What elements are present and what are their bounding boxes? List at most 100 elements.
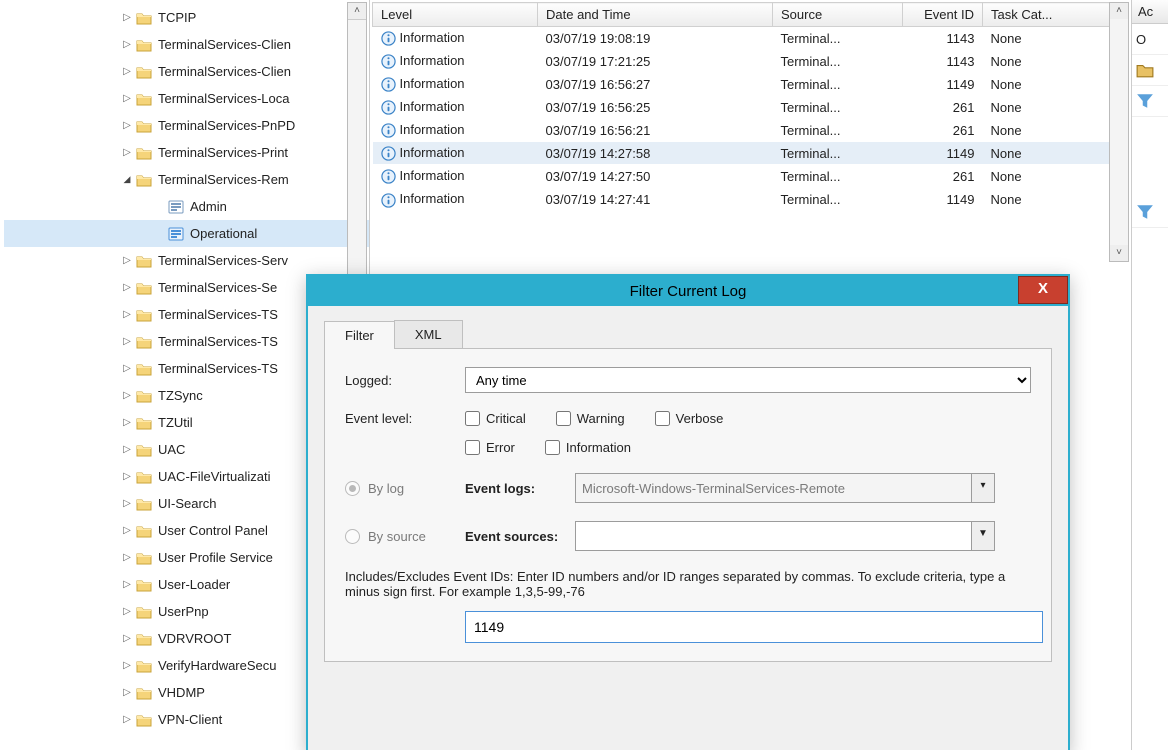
tree-node-label: UAC (158, 442, 185, 457)
disclosure-triangle-icon[interactable] (120, 255, 134, 266)
tab-xml[interactable]: XML (394, 320, 463, 348)
tree-node-label: User Profile Service (158, 550, 273, 565)
col-level[interactable]: Level (373, 3, 538, 27)
event-cell: 03/07/19 16:56:25 (538, 96, 773, 119)
disclosure-triangle-icon[interactable] (120, 633, 134, 644)
tree-node-label: TerminalServices-Clien (158, 64, 291, 79)
scroll-down-icon[interactable]: ˅ (1110, 245, 1128, 261)
event-row[interactable]: Information03/07/19 14:27:41Terminal...1… (373, 188, 1111, 211)
tree-node[interactable]: Operational (4, 220, 369, 247)
chk-verbose[interactable]: Verbose (655, 411, 724, 426)
disclosure-triangle-icon[interactable] (120, 39, 134, 50)
logged-select[interactable]: Any time (465, 367, 1031, 393)
chk-error[interactable]: Error (465, 440, 515, 455)
disclosure-triangle-icon[interactable] (120, 120, 134, 131)
disclosure-triangle-icon[interactable] (120, 174, 134, 185)
tree-node-label: Operational (190, 226, 257, 241)
col-task[interactable]: Task Cat... (983, 3, 1111, 27)
close-button[interactable]: X (1018, 276, 1068, 304)
events-scrollbar[interactable]: ˄ ˅ (1109, 2, 1129, 262)
event-cell: Terminal... (773, 142, 903, 165)
disclosure-triangle-icon[interactable] (120, 687, 134, 698)
info-icon (381, 169, 396, 184)
tree-node[interactable]: TCPIP (4, 4, 369, 31)
event-cell: None (983, 27, 1111, 50)
disclosure-triangle-icon[interactable] (120, 525, 134, 536)
disclosure-triangle-icon[interactable] (120, 12, 134, 23)
info-icon (381, 123, 396, 138)
event-cell: 03/07/19 17:21:25 (538, 50, 773, 73)
tree-node-label: TerminalServices-TS (158, 361, 278, 376)
event-cell: Information (373, 142, 538, 165)
chevron-down-icon[interactable]: ▼ (972, 521, 995, 551)
folder-icon (136, 443, 152, 457)
disclosure-triangle-icon[interactable] (120, 147, 134, 158)
disclosure-triangle-icon[interactable] (120, 417, 134, 428)
folder-icon (136, 92, 152, 106)
event-sources-input[interactable] (575, 521, 972, 551)
event-cell: 03/07/19 14:27:41 (538, 188, 773, 211)
disclosure-triangle-icon[interactable] (120, 66, 134, 77)
event-cell: Terminal... (773, 188, 903, 211)
disclosure-triangle-icon[interactable] (120, 336, 134, 347)
disclosure-triangle-icon[interactable] (120, 309, 134, 320)
disclosure-triangle-icon[interactable] (120, 282, 134, 293)
tree-node-label: VerifyHardwareSecu (158, 658, 277, 673)
event-sources-combo[interactable]: ▼ (575, 521, 995, 551)
event-cell: None (983, 142, 1111, 165)
col-eventid[interactable]: Event ID (903, 3, 983, 27)
disclosure-triangle-icon[interactable] (120, 363, 134, 374)
disclosure-triangle-icon[interactable] (120, 498, 134, 509)
actions-row[interactable] (1132, 55, 1168, 86)
tree-node[interactable]: TerminalServices-Serv (4, 247, 369, 274)
event-cell: Information (373, 188, 538, 211)
event-logs-input (575, 473, 972, 503)
chk-information[interactable]: Information (545, 440, 631, 455)
disclosure-triangle-icon[interactable] (120, 93, 134, 104)
scroll-up-icon[interactable]: ˄ (348, 3, 366, 20)
event-cell: 03/07/19 16:56:21 (538, 119, 773, 142)
event-row[interactable]: Information03/07/19 14:27:50Terminal...2… (373, 165, 1111, 188)
disclosure-triangle-icon[interactable] (120, 579, 134, 590)
actions-row[interactable]: O (1132, 24, 1168, 55)
tree-node-label: User Control Panel (158, 523, 268, 538)
event-row[interactable]: Information03/07/19 16:56:25Terminal...2… (373, 96, 1111, 119)
event-cell: Information (373, 96, 538, 119)
chk-critical[interactable]: Critical (465, 411, 526, 426)
col-source[interactable]: Source (773, 3, 903, 27)
event-cell: Terminal... (773, 73, 903, 96)
col-date[interactable]: Date and Time (538, 3, 773, 27)
tree-node[interactable]: TerminalServices-Loca (4, 85, 369, 112)
filter-current-log-dialog: Filter Current Log X Filter XML Logged: … (306, 274, 1070, 750)
tab-filter[interactable]: Filter (324, 321, 395, 349)
disclosure-triangle-icon[interactable] (120, 444, 134, 455)
tree-node[interactable]: TerminalServices-Print (4, 139, 369, 166)
dialog-titlebar[interactable]: Filter Current Log X (308, 276, 1068, 306)
actions-row[interactable] (1132, 86, 1168, 117)
tree-node-label: VDRVROOT (158, 631, 231, 646)
event-cell: None (983, 188, 1111, 211)
tree-node[interactable]: TerminalServices-Clien (4, 58, 369, 85)
disclosure-triangle-icon[interactable] (120, 606, 134, 617)
event-row[interactable]: Information03/07/19 16:56:27Terminal...1… (373, 73, 1111, 96)
tree-node-label: TerminalServices-Clien (158, 37, 291, 52)
event-row[interactable]: Information03/07/19 14:27:58Terminal...1… (373, 142, 1111, 165)
event-row[interactable]: Information03/07/19 19:08:19Terminal...1… (373, 27, 1111, 50)
event-row[interactable]: Information03/07/19 16:56:21Terminal...2… (373, 119, 1111, 142)
disclosure-triangle-icon[interactable] (120, 552, 134, 563)
disclosure-triangle-icon[interactable] (120, 471, 134, 482)
event-id-input[interactable] (465, 611, 1043, 643)
disclosure-triangle-icon[interactable] (120, 714, 134, 725)
tree-node[interactable]: TerminalServices-Clien (4, 31, 369, 58)
tree-node[interactable]: Admin (4, 193, 369, 220)
folder-icon (136, 119, 152, 133)
disclosure-triangle-icon[interactable] (120, 660, 134, 671)
event-row[interactable]: Information03/07/19 17:21:25Terminal...1… (373, 50, 1111, 73)
tree-node[interactable]: TerminalServices-PnPD (4, 112, 369, 139)
chk-warning[interactable]: Warning (556, 411, 625, 426)
actions-row[interactable] (1132, 197, 1168, 228)
tree-node[interactable]: TerminalServices-Rem (4, 166, 369, 193)
disclosure-triangle-icon[interactable] (120, 390, 134, 401)
tree-node-label: TerminalServices-Serv (158, 253, 288, 268)
scroll-up-icon[interactable]: ˄ (1110, 3, 1128, 19)
